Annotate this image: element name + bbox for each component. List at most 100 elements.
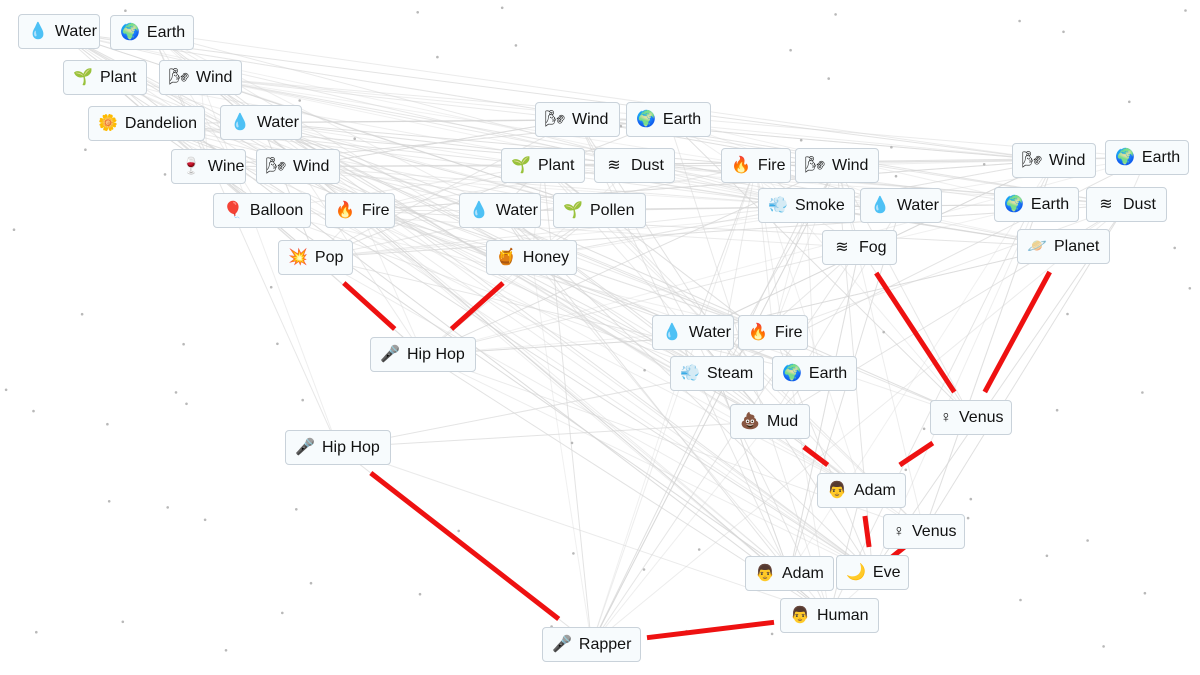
element-chip-mud[interactable]: 💩 Mud xyxy=(730,404,810,439)
plant-seedling-icon: 🌱 xyxy=(73,68,93,86)
element-chip-planet[interactable]: 🪐 Planet xyxy=(1017,229,1110,264)
element-chip-balloon[interactable]: 🎈 Balloon xyxy=(213,193,311,228)
background-dot xyxy=(301,398,305,402)
man-face-icon: 👨 xyxy=(827,481,847,499)
element-chip-earth4[interactable]: 🌍 Earth xyxy=(994,187,1079,222)
earth-globe-icon: 🌍 xyxy=(636,110,656,128)
background-dot xyxy=(457,529,461,533)
background-dot xyxy=(174,391,178,394)
fire-icon: 🔥 xyxy=(335,201,355,219)
element-chip-wind5[interactable]: 🌬 Wind xyxy=(1012,143,1096,178)
background-dot xyxy=(500,6,504,10)
element-chip-smoke[interactable]: 💨 Smoke xyxy=(758,188,855,223)
balloon-icon: 🎈 xyxy=(223,201,243,219)
smoke-puff-icon: 💨 xyxy=(768,196,788,214)
background-dot xyxy=(1184,9,1187,12)
element-chip-venus1[interactable]: ♀ Venus xyxy=(930,400,1012,435)
background-dot xyxy=(35,630,38,634)
background-dot xyxy=(203,518,207,522)
element-chip-honey[interactable]: 🍯 Honey xyxy=(486,240,577,275)
element-label: Hip Hop xyxy=(322,438,380,456)
earth-globe-icon: 🌍 xyxy=(1004,195,1024,213)
background-dot xyxy=(353,137,357,140)
background-line xyxy=(806,205,815,374)
element-chip-venus2[interactable]: ♀ Venus xyxy=(883,514,965,549)
element-label: Earth xyxy=(808,364,848,382)
ringed-planet-icon: 🪐 xyxy=(1027,237,1047,255)
element-label: Balloon xyxy=(249,201,304,219)
element-chip-earth3[interactable]: 🌍 Earth xyxy=(1105,140,1189,175)
element-chip-dandelion[interactable]: 🌼 Dandelion xyxy=(88,106,205,141)
element-label: Wind xyxy=(832,156,869,174)
element-label: Steam xyxy=(707,364,754,382)
fire-icon: 🔥 xyxy=(748,323,768,341)
element-chip-earth1[interactable]: 🌍 Earth xyxy=(110,15,194,50)
element-label: Venus xyxy=(959,408,1004,426)
element-chip-adam1[interactable]: 👨 Adam xyxy=(817,473,906,508)
element-chip-hiphop1[interactable]: 🎤 Hip Hop xyxy=(370,337,476,372)
element-label: Human xyxy=(817,606,869,624)
background-dot xyxy=(890,145,893,149)
element-chip-pollen[interactable]: 🌱 Pollen xyxy=(553,193,646,228)
background-dot xyxy=(107,500,111,503)
element-label: Fire xyxy=(361,201,390,219)
background-dot xyxy=(1102,645,1105,648)
element-chip-earth2[interactable]: 🌍 Earth xyxy=(626,102,711,137)
background-dot xyxy=(697,548,701,551)
element-chip-rapper[interactable]: 🎤 Rapper xyxy=(542,627,641,662)
background-dot xyxy=(418,592,422,596)
microphone-icon: 🎤 xyxy=(552,635,572,653)
element-label: Fire xyxy=(774,323,803,341)
man-face-icon: 👨 xyxy=(790,606,810,624)
background-dot xyxy=(969,497,973,501)
element-chip-earth5[interactable]: 🌍 Earth xyxy=(772,356,857,391)
element-label: Wind xyxy=(1049,151,1086,169)
element-label: Fog xyxy=(859,238,887,256)
water-drop-icon: 💧 xyxy=(662,323,682,341)
element-chip-water4[interactable]: 💧 Water xyxy=(860,188,942,223)
element-chip-adam2[interactable]: 👨 Adam xyxy=(745,556,834,591)
background-dot xyxy=(1143,591,1147,595)
element-chip-human[interactable]: 👨 Human xyxy=(780,598,879,633)
background-dot xyxy=(572,552,575,555)
element-chip-wind2[interactable]: 🌬 Wind xyxy=(256,149,340,184)
background-dot xyxy=(894,174,898,178)
element-label: Adam xyxy=(782,564,824,582)
element-label: Water xyxy=(256,113,299,131)
element-label: Eve xyxy=(872,563,901,581)
background-dot xyxy=(185,402,188,406)
element-chip-water1[interactable]: 💧 Water xyxy=(18,14,100,49)
element-chip-dust2[interactable]: ≋ Dust xyxy=(1086,187,1167,222)
background-dot xyxy=(309,581,313,585)
element-chip-fog[interactable]: ≋ Fog xyxy=(822,230,897,265)
element-chip-wine[interactable]: 🍷 Wine xyxy=(171,149,246,184)
background-dot xyxy=(416,11,420,14)
element-chip-wind3[interactable]: 🌬 Wind xyxy=(535,102,620,137)
background-line xyxy=(359,210,873,573)
element-chip-water2[interactable]: 💧 Water xyxy=(220,105,302,140)
element-chip-dust1[interactable]: ≋ Dust xyxy=(594,148,675,183)
element-chip-pop[interactable]: 💥 Pop xyxy=(278,240,353,275)
element-chip-plant2[interactable]: 🌱 Plant xyxy=(501,148,585,183)
element-label: Dust xyxy=(631,156,664,174)
background-dot xyxy=(799,138,803,142)
element-label: Planet xyxy=(1054,237,1100,255)
element-label: Rapper xyxy=(578,635,632,653)
element-chip-fire1[interactable]: 🔥 Fire xyxy=(325,193,395,228)
background-dot xyxy=(224,649,228,652)
element-chip-plant1[interactable]: 🌱 Plant xyxy=(63,60,147,95)
background-dot xyxy=(1188,287,1192,290)
element-chip-water5[interactable]: 💧 Water xyxy=(652,315,734,350)
element-chip-steam[interactable]: 💨 Steam xyxy=(670,356,764,391)
element-chip-wind4[interactable]: 🌬 Wind xyxy=(795,148,879,183)
wind-face-icon: 🌬 xyxy=(805,156,826,174)
element-chip-hiphop2[interactable]: 🎤 Hip Hop xyxy=(285,430,391,465)
element-chip-eve[interactable]: 🌙 Eve xyxy=(836,555,909,590)
element-chip-fire2[interactable]: 🔥 Fire xyxy=(721,148,791,183)
element-chip-fire3[interactable]: 🔥 Fire xyxy=(738,315,808,350)
element-chip-water3[interactable]: 💧 Water xyxy=(459,193,541,228)
female-sign-icon: ♀ xyxy=(893,522,905,540)
microphone-icon: 🎤 xyxy=(295,438,315,456)
background-dot xyxy=(1086,539,1089,542)
element-chip-wind1[interactable]: 🌬 Wind xyxy=(159,60,242,95)
